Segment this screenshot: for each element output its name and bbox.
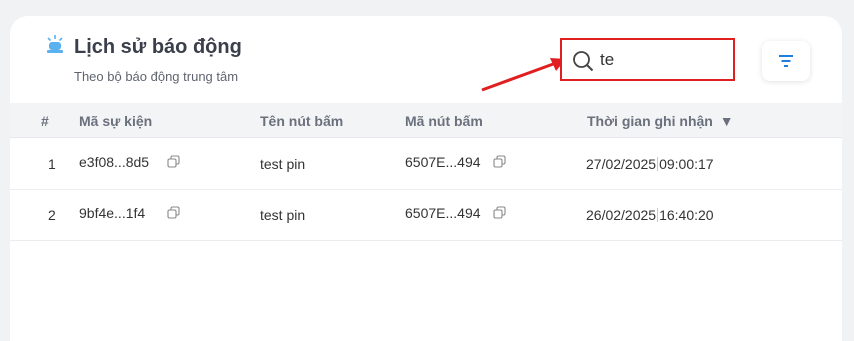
row-index: 1 — [48, 156, 56, 172]
search-box[interactable] — [560, 38, 735, 81]
annotation-arrow — [481, 58, 566, 92]
table-row: 2 9bf4e...1f4 test pin 6507E...494 26/02… — [10, 189, 842, 241]
copy-icon[interactable] — [493, 206, 506, 219]
recorded-time: 27/02/2025 09:00:17 — [586, 156, 714, 172]
page-title: Lịch sử báo động — [74, 36, 242, 58]
search-input[interactable] — [600, 48, 725, 72]
copy-icon[interactable] — [167, 206, 180, 219]
alarm-history-card: Lịch sử báo động Theo bộ báo động trung … — [10, 16, 842, 341]
copy-icon[interactable] — [493, 155, 506, 168]
button-name: test pin — [260, 156, 306, 172]
recorded-clock: 09:00:17 — [659, 156, 714, 172]
column-header-button-name: Tên nút bấm — [260, 113, 344, 129]
time-separator — [657, 157, 659, 171]
column-header-recorded-time-label: Thời gian ghi nhận — [587, 113, 713, 129]
button-id: 6507E...494 — [405, 154, 481, 170]
sort-desc-icon[interactable]: ▼ — [720, 113, 734, 129]
recorded-date: 26/02/2025 — [586, 207, 657, 223]
button-id: 6507E...494 — [405, 205, 481, 221]
search-icon — [573, 51, 594, 72]
column-header-recorded-time[interactable]: Thời gian ghi nhận ▼ — [587, 113, 734, 129]
table-header: # Mã sự kiện Tên nút bấm Mã nút bấm Thời… — [10, 103, 842, 138]
page-subtitle: Theo bộ báo động trung tâm — [74, 69, 239, 84]
row-index: 2 — [48, 207, 56, 223]
recorded-clock: 16:40:20 — [659, 207, 714, 223]
copy-icon[interactable] — [167, 155, 180, 168]
recorded-date: 27/02/2025 — [586, 156, 657, 172]
filter-button[interactable] — [762, 41, 810, 81]
event-id: e3f08...8d5 — [79, 154, 150, 170]
alarm-siren-icon — [47, 35, 63, 53]
column-header-button-id: Mã nút bấm — [405, 113, 483, 129]
time-separator — [657, 208, 659, 222]
event-id: 9bf4e...1f4 — [79, 205, 146, 221]
recorded-time: 26/02/2025 16:40:20 — [586, 207, 714, 223]
button-name: test pin — [260, 207, 306, 223]
table-row: 1 e3f08...8d5 test pin 6507E...494 27/02… — [10, 138, 842, 190]
column-header-event-id: Mã sự kiện — [79, 113, 153, 129]
filter-icon — [779, 55, 793, 67]
column-header-index: # — [41, 113, 49, 129]
